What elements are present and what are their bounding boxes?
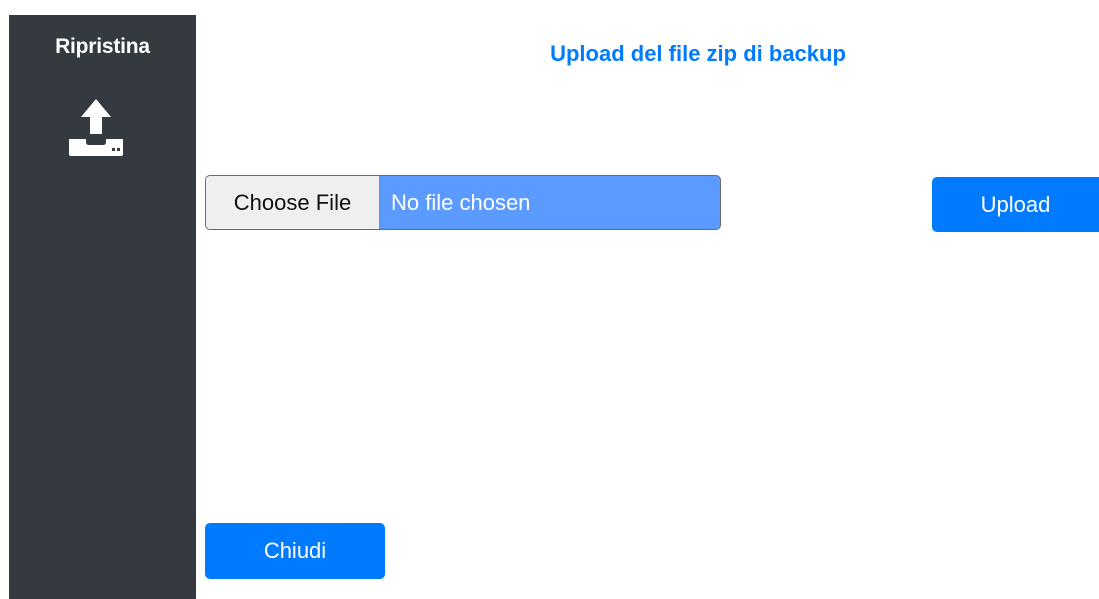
upload-button[interactable]: Upload (932, 177, 1099, 232)
sidebar: Ripristina (9, 15, 196, 599)
page-title: Upload del file zip di backup (550, 41, 846, 66)
sidebar-title: Ripristina (55, 35, 150, 58)
close-button[interactable]: Chiudi (205, 523, 385, 579)
restore-dialog: Ripristina Upload del file zip di backup… (0, 0, 1099, 599)
file-input[interactable]: Choose File No file chosen (205, 175, 721, 230)
file-status-text: No file chosen (391, 189, 531, 215)
upload-tray-icon (66, 97, 126, 157)
choose-file-button[interactable]: Choose File (206, 176, 380, 229)
